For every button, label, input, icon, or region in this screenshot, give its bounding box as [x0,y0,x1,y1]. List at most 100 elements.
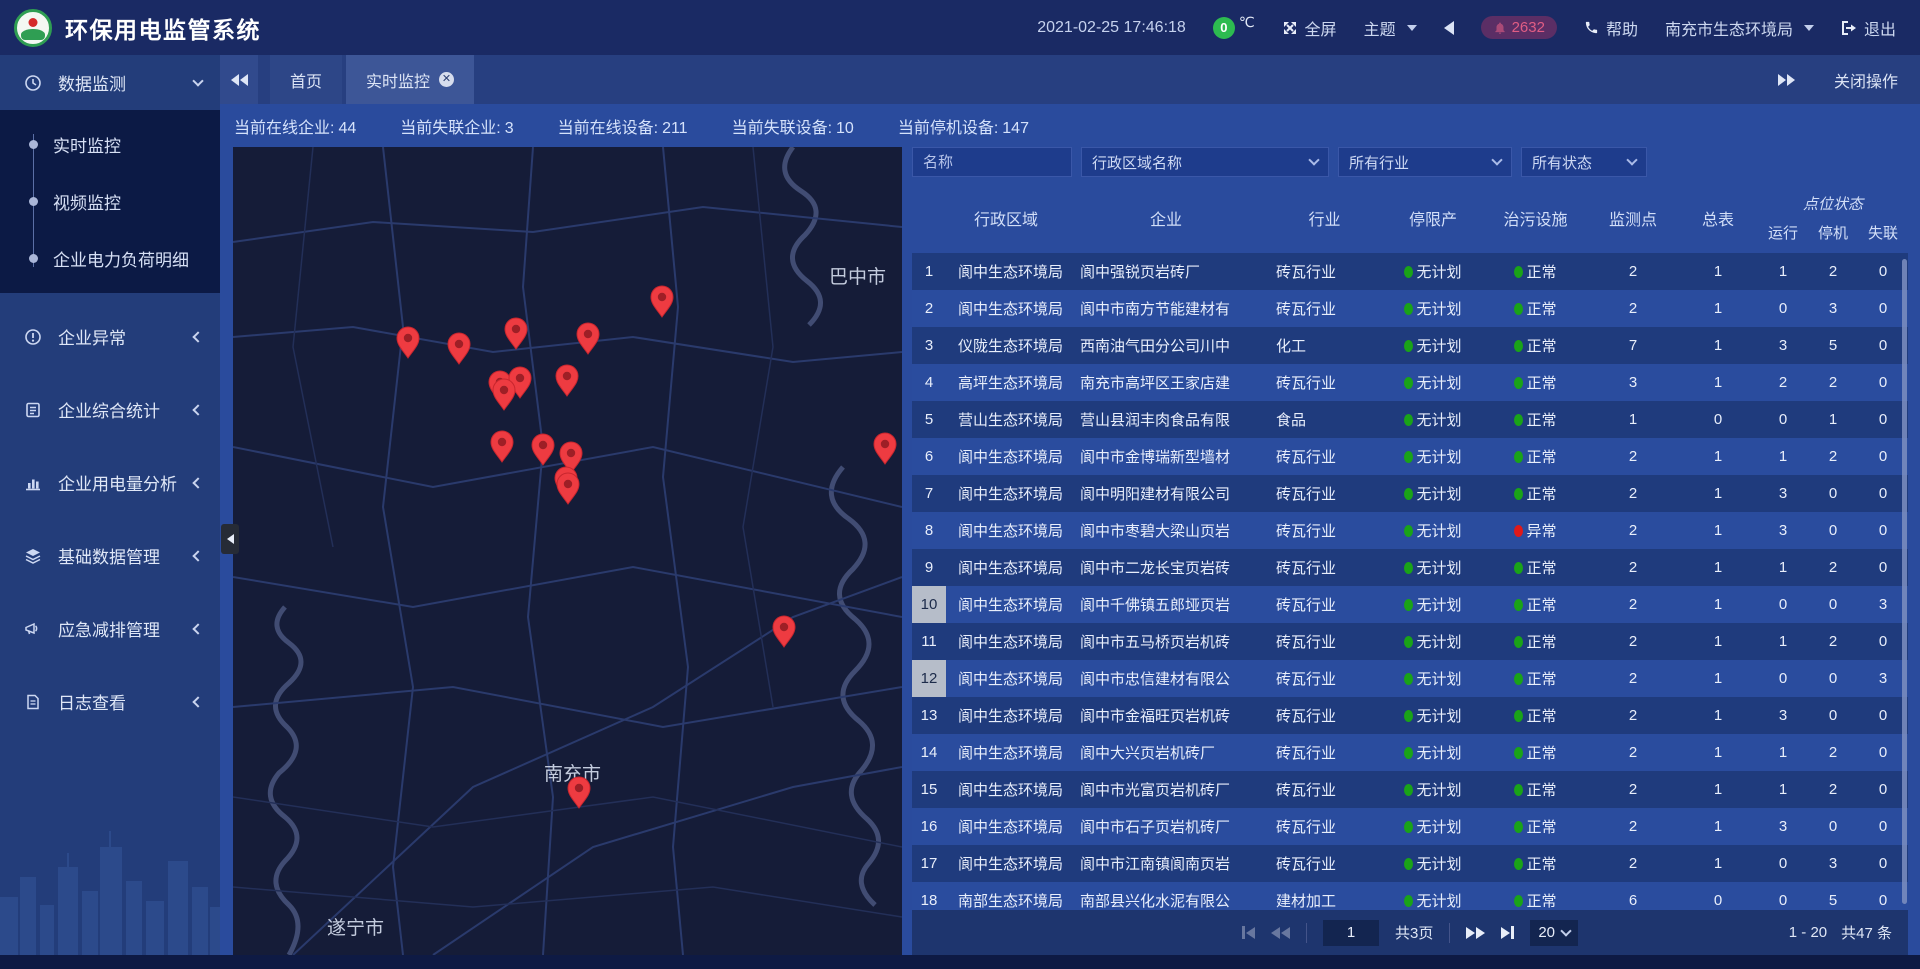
sidebar-item-emergency-reduction[interactable]: 应急减排管理 [0,601,220,656]
chevron-left-icon [192,404,203,415]
row-facility: 异常 [1483,512,1588,549]
row-facility: 正常 [1483,475,1588,512]
col-facility: 治污设施 [1483,183,1588,253]
row-facility: 正常 [1483,623,1588,660]
row-number: 11 [912,623,946,660]
chevron-down-icon [1491,154,1502,165]
tab-scroll-left-button[interactable] [220,55,258,104]
notification-count: 2632 [1512,19,1545,36]
fullscreen-button[interactable]: 全屏 [1282,16,1337,40]
facility-status-dot [1514,747,1523,759]
prev-page-button[interactable] [1271,927,1290,939]
table-row[interactable]: 11 阆中生态环境局 阆中市五马桥页岩机砖 砖瓦行业 无计划 正常 2 1 1 … [912,623,1908,660]
table-row[interactable]: 12 阆中生态环境局 阆中市忠信建材有限公 砖瓦行业 无计划 正常 2 1 0 … [912,660,1908,697]
row-company: 阆中明阳建材有限公司 [1066,475,1266,512]
sidebar-item-power-load-detail[interactable]: 企业电力负荷明细 [0,230,220,287]
table-row[interactable]: 3 仪陇生态环境局 西南油气田分公司川中 化工 无计划 正常 7 1 3 5 0 [912,327,1908,364]
row-company: 阆中大兴页岩机砖厂 [1066,734,1266,771]
table-row[interactable]: 2 阆中生态环境局 阆中市南方节能建材有 砖瓦行业 无计划 正常 2 1 0 3… [912,290,1908,327]
page-number-input[interactable] [1323,920,1379,946]
table-row[interactable]: 1 阆中生态环境局 阆中强锐页岩砖厂 砖瓦行业 无计划 正常 2 1 1 2 0 [912,253,1908,290]
row-company: 阆中市忠信建材有限公 [1066,660,1266,697]
table-scrollbar[interactable] [1902,259,1907,904]
notification-badge[interactable]: 2632 [1481,16,1557,39]
page-size-select[interactable]: 20 [1530,920,1578,946]
row-points: 2 [1588,623,1678,660]
row-company: 阆中强锐页岩砖厂 [1066,253,1266,290]
sidebar-item-enterprise-abnormal[interactable]: 企业异常 [0,309,220,364]
table-row[interactable]: 5 营山生态环境局 营山县润丰肉食品有限 食品 无计划 正常 1 0 0 1 0 [912,401,1908,438]
theme-dropdown[interactable]: 主题 [1364,16,1417,40]
sidebar-item-base-data[interactable]: 基础数据管理 [0,528,220,583]
sidebar-item-data-monitoring[interactable]: 数据监测 [0,55,220,110]
row-number: 18 [912,882,946,910]
table-row[interactable]: 10 阆中生态环境局 阆中千佛镇五郎垭页岩 砖瓦行业 无计划 正常 2 1 0 … [912,586,1908,623]
bell-icon [1493,21,1507,35]
map-panel[interactable]: 巴中市 南充市 遂宁市 [233,147,902,955]
close-icon[interactable]: ✕ [439,72,454,87]
row-meter: 1 [1678,438,1758,475]
sidebar-item-realtime-monitoring[interactable]: 实时监控 [0,116,220,173]
table-row[interactable]: 16 阆中生态环境局 阆中市石子页岩机砖厂 砖瓦行业 无计划 正常 2 1 3 … [912,808,1908,845]
filter-bar: 行政区域名称 所有行业 所有状态 [912,147,1908,177]
last-page-button[interactable] [1501,926,1514,939]
row-stopped: 0 [1808,697,1858,734]
row-region: 阆中生态环境局 [946,623,1066,660]
table-row[interactable]: 15 阆中生态环境局 阆中市光富页岩机砖厂 砖瓦行业 无计划 正常 2 1 1 … [912,771,1908,808]
row-points: 1 [1588,401,1678,438]
chevron-left-icon [192,623,203,634]
map-svg: 巴中市 南充市 遂宁市 [233,147,902,955]
chevron-left-icon [192,331,203,342]
org-dropdown[interactable]: 南充市生态环境局 [1665,16,1814,40]
app-root: 环保用电监管系统 2021-02-25 17:46:18 0 ℃ 全屏 主题 [0,0,1920,969]
facility-status-dot [1514,784,1523,796]
row-stopped: 2 [1808,734,1858,771]
row-stopped: 2 [1808,438,1858,475]
row-production: 无计划 [1383,586,1483,623]
row-company: 阆中市二龙长宝页岩砖 [1066,549,1266,586]
double-chevron-right-icon[interactable] [1778,74,1796,86]
tab-realtime-monitoring[interactable]: 实时监控 ✕ [346,55,474,104]
first-page-button[interactable] [1242,926,1255,939]
industry-select[interactable]: 所有行业 [1338,147,1512,177]
table-row[interactable]: 8 阆中生态环境局 阆中市枣碧大梁山页岩 砖瓦行业 无计划 异常 2 1 3 0… [912,512,1908,549]
row-industry: 化工 [1266,327,1383,364]
table-row[interactable]: 6 阆中生态环境局 阆中市金博瑞新型墙材 砖瓦行业 无计划 正常 2 1 1 2… [912,438,1908,475]
row-number: 6 [912,438,946,475]
sidebar-item-video-monitoring[interactable]: 视频监控 [0,173,220,230]
table-row[interactable]: 7 阆中生态环境局 阆中明阳建材有限公司 砖瓦行业 无计划 正常 2 1 3 0… [912,475,1908,512]
row-lost: 0 [1858,512,1908,549]
tab-home[interactable]: 首页 [270,55,342,104]
voice-mute-button[interactable] [1444,21,1454,35]
production-status-dot [1404,488,1413,500]
sidebar-item-log-view[interactable]: 日志查看 [0,674,220,729]
sidebar-item-power-analysis[interactable]: 企业用电量分析 [0,455,220,510]
row-meter: 1 [1678,327,1758,364]
help-button[interactable]: 帮助 [1584,16,1638,40]
close-operations-button[interactable]: 关闭操作 [1834,68,1898,92]
production-status-dot [1404,562,1413,574]
next-page-button[interactable] [1466,927,1485,939]
status-select[interactable]: 所有状态 [1521,147,1647,177]
name-search-input[interactable] [912,147,1072,177]
row-meter: 1 [1678,586,1758,623]
logout-button[interactable]: 退出 [1841,16,1896,40]
row-production: 无计划 [1383,512,1483,549]
facility-status-dot [1514,895,1523,907]
subitem-label: 实时监控 [53,132,121,157]
sidebar-collapse-toggle[interactable] [221,524,239,554]
table-row[interactable]: 13 阆中生态环境局 阆中市金福旺页岩机砖 砖瓦行业 无计划 正常 2 1 3 … [912,697,1908,734]
row-points: 7 [1588,327,1678,364]
row-industry: 砖瓦行业 [1266,549,1383,586]
region-select[interactable]: 行政区域名称 [1081,147,1329,177]
chevron-down-icon [1626,154,1637,165]
stat-online-enterprises: 当前在线企业:44 [234,114,356,138]
table-row[interactable]: 9 阆中生态环境局 阆中市二龙长宝页岩砖 砖瓦行业 无计划 正常 2 1 1 2… [912,549,1908,586]
footer-strip [0,955,1920,969]
table-row[interactable]: 17 阆中生态环境局 阆中市江南镇阆南页岩 砖瓦行业 无计划 正常 2 1 0 … [912,845,1908,882]
sidebar-item-enterprise-statistics[interactable]: 企业综合统计 [0,382,220,437]
table-row[interactable]: 4 高坪生态环境局 南充市高坪区王家店建 砖瓦行业 无计划 正常 3 1 2 2… [912,364,1908,401]
table-row[interactable]: 14 阆中生态环境局 阆中大兴页岩机砖厂 砖瓦行业 无计划 正常 2 1 1 2… [912,734,1908,771]
row-production: 无计划 [1383,734,1483,771]
table-row[interactable]: 18 南部生态环境局 南部县兴化水泥有限公 建材加工 无计划 正常 6 0 0 … [912,882,1908,910]
